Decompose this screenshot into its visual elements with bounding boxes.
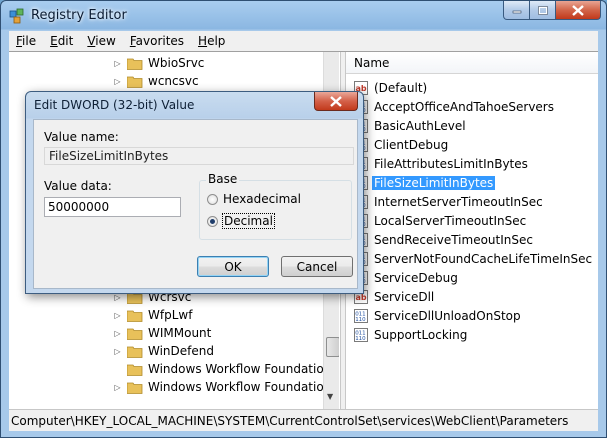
value-name: ClientDebug [374,138,449,152]
value-row[interactable]: ab (Default) [354,79,429,97]
value-name: ServiceDllUnloadOnStop [374,309,521,323]
menu-view[interactable]: View [80,34,122,48]
values-list: Name ab(Default)011110AcceptOfficeAndTah… [346,52,598,409]
menu-file[interactable]: File [9,34,43,48]
minimize-icon [512,10,521,14]
value-row[interactable]: ab ServiceDll [354,288,436,306]
value-row[interactable]: 011 110 SupportLocking [354,326,469,344]
tree-item-label: Windows Workflow Foundation 3 [148,362,339,376]
value-row[interactable]: 011110FileAttributesLimitInBytes [354,155,530,173]
value-row[interactable]: 011110BasicAuthLevel [354,117,468,135]
menu-favorites[interactable]: Favorites [123,34,191,48]
value-name: (Default) [374,81,428,95]
value-name: ServiceDebug [374,271,458,285]
radio-selected-icon [207,215,218,227]
window-title: Registry Editor [31,8,127,23]
registry-editor-icon [9,8,24,24]
close-icon [572,4,584,16]
hexadecimal-radio[interactable]: Hexadecimal [207,191,301,207]
value-row[interactable]: 011110InternetServerTimeoutInSec [354,193,545,211]
menu-edit[interactable]: Edit [43,34,80,48]
hexadecimal-label: Hexadecimal [223,192,301,206]
value-row[interactable]: 011 110 ServiceDllUnloadOnStop [354,307,523,325]
value-row[interactable]: 011110ServerNotFoundCacheLifeTimeInSec [354,250,594,268]
base-group-label: Base [206,172,240,186]
expand-arrow-icon[interactable]: ▷ [113,311,122,320]
value-row[interactable]: 011110SendReceiveTimeoutInSec [354,231,535,249]
scrollbar-thumb[interactable] [326,337,339,357]
close-button[interactable] [556,1,601,20]
expand-arrow-icon[interactable]: ▷ [113,383,122,392]
value-data-label: Value data: [44,179,112,193]
value-row[interactable]: 011110AcceptOfficeAndTahoeServers [354,98,556,116]
expand-arrow-icon[interactable]: ▷ [113,347,122,356]
value-name: LocalServerTimeoutInSec [374,214,527,228]
svg-text:110: 110 [355,317,366,323]
tree-item-label: Windows Workflow Foundation 4 [148,380,339,394]
folder-icon [127,364,143,376]
decimal-radio[interactable]: Decimal [207,213,275,229]
edit-dword-dialog: Edit DWORD (32-bit) Value Value name: Fi… [25,91,364,294]
ok-button[interactable]: OK [197,256,269,277]
folder-icon [127,76,143,88]
value-row[interactable]: 011110ClientDebug [354,136,450,154]
dialog-close-button[interactable] [314,92,358,111]
scroll-down-icon[interactable]: ▼ [327,392,333,401]
value-name: ServerNotFoundCacheLifeTimeInSec [374,252,593,266]
column-header-name[interactable]: Name [346,52,598,74]
folder-icon [127,382,143,394]
folder-icon [127,346,143,358]
value-name-field: FileSizeLimitInBytes [44,147,354,165]
base-group: Base Hexadecimal Decimal [199,172,352,240]
value-name: FileAttributesLimitInBytes [374,157,528,171]
binary-value-icon: 011110 [354,328,368,342]
close-icon [330,95,342,107]
value-name: BasicAuthLevel [374,119,466,133]
tree-item-label: WfpLwf [148,308,193,322]
expand-arrow-icon[interactable]: ▷ [113,329,122,338]
value-name: InternetServerTimeoutInSec [374,195,543,209]
tree-item-label: WinDefend [148,344,214,358]
value-name: AcceptOfficeAndTahoeServers [374,100,554,114]
title-bar[interactable]: Registry Editor [1,1,606,31]
svg-text:ab: ab [356,293,367,302]
status-path: Computer\HKEY_LOCAL_MACHINE\SYSTEM\Curre… [11,414,569,428]
decimal-label: Decimal [222,213,275,229]
value-row[interactable]: 011110LocalServerTimeoutInSec [354,212,528,230]
expand-arrow-icon[interactable]: ▷ [113,77,122,86]
value-name: SendReceiveTimeoutInSec [374,233,533,247]
value-name-label: Value name: [44,130,119,144]
radio-icon [207,193,218,205]
status-bar: Computer\HKEY_LOCAL_MACHINE\SYSTEM\Curre… [9,409,598,431]
maximize-button[interactable] [530,1,556,20]
menu-bar: File Edit View Favorites Help [9,31,598,51]
value-row[interactable]: 011110FileSizeLimitInBytes [354,174,496,192]
minimize-button[interactable] [503,1,530,20]
dialog-title: Edit DWORD (32-bit) Value [34,98,195,112]
folder-icon [127,310,143,322]
folder-icon [127,328,143,340]
value-name: SupportLocking [374,328,468,342]
value-row[interactable]: 011110ServiceDebug [354,269,460,287]
value-name: ServiceDll [374,290,435,304]
column-header-label: Name [354,56,390,70]
maximize-icon [537,5,548,15]
tree-item-label: WIMMount [148,326,212,340]
tree-item-label: wcncsvc [148,74,199,88]
dialog-body: Value name: FileSizeLimitInBytes Value d… [33,119,358,289]
binary-value-icon: 011110 [354,309,368,323]
folder-icon [127,58,143,70]
menu-help[interactable]: Help [191,34,232,48]
value-data-field[interactable]: 50000000 [44,197,181,217]
expand-arrow-icon[interactable]: ▷ [113,59,122,68]
tree-item-label: WbioSrvc [148,56,205,70]
svg-text:110: 110 [355,336,366,342]
value-name: FileSizeLimitInBytes [372,176,496,190]
cancel-button[interactable]: Cancel [281,256,353,277]
